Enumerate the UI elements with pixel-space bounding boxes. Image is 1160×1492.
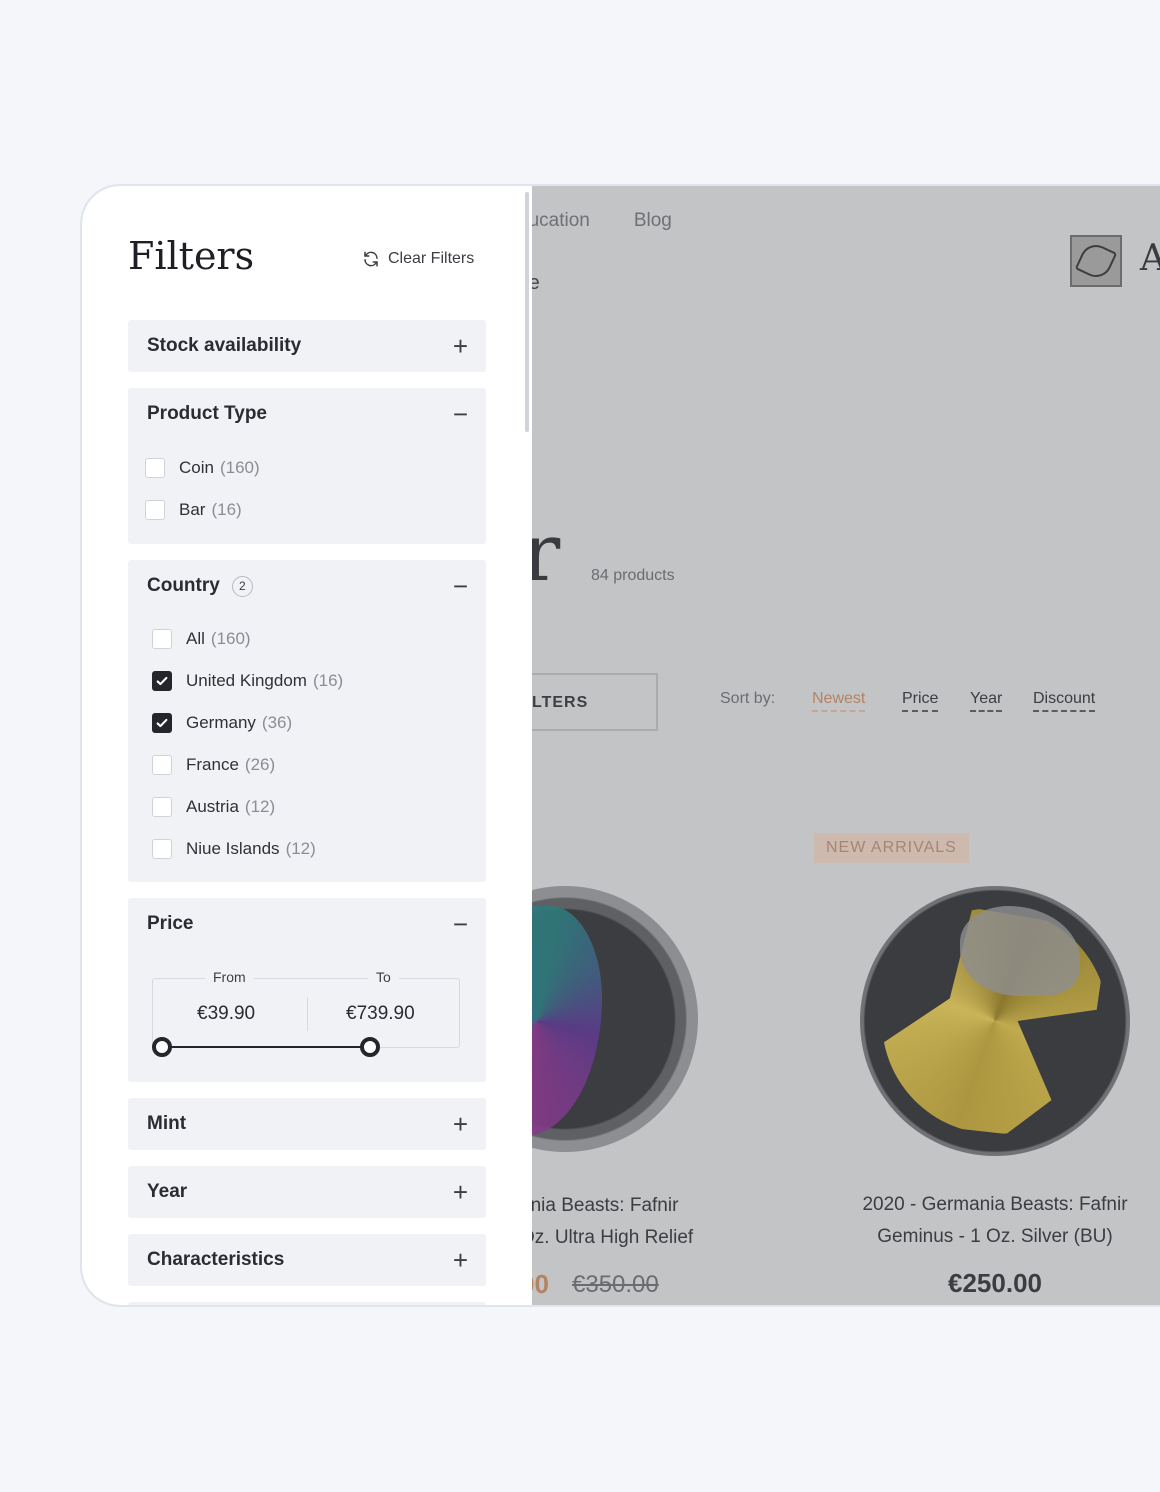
option-label: Niue Islands: [186, 839, 280, 858]
minus-icon: −: [452, 399, 468, 429]
section-country: Country 2 − All (160) United Kingdom (16…: [128, 560, 486, 882]
checkbox[interactable]: [145, 500, 165, 520]
new-arrivals-badge: NEW ARRIVALS: [814, 833, 969, 863]
check-icon: [156, 718, 168, 728]
section-mint: Mint +: [128, 1098, 486, 1150]
section-next-partial: [128, 1302, 486, 1305]
refresh-icon: [364, 251, 378, 267]
option-coin[interactable]: Coin (160): [145, 447, 486, 489]
option-count: (12): [244, 797, 276, 816]
option-austria[interactable]: Austria (12): [152, 786, 486, 828]
checkbox[interactable]: [152, 797, 172, 817]
sort-option-discount[interactable]: Discount: [1033, 690, 1096, 712]
checkbox[interactable]: [152, 839, 172, 859]
option-label: United Kingdom: [186, 671, 307, 690]
option-count: (16): [211, 500, 242, 519]
sort-label: Sort by:: [720, 690, 776, 707]
sort-option-newest[interactable]: Newest: [812, 690, 866, 712]
price-to-label: To: [368, 969, 399, 985]
clear-filters-button[interactable]: Clear Filters: [362, 250, 474, 268]
section-label: Product Type: [147, 403, 267, 424]
check-icon: [156, 676, 168, 686]
section-label: Stock availability: [147, 335, 302, 356]
plus-icon: +: [452, 331, 468, 361]
top-nav: ducation Blog: [518, 210, 672, 232]
product-2-title-line2[interactable]: Geminus - 1 Oz. Silver (BU): [855, 1226, 1135, 1248]
option-label: France: [186, 755, 239, 774]
panel-scrollbar[interactable]: [525, 192, 529, 432]
option-count: (26): [244, 755, 276, 774]
product-2-price: €250.00: [948, 1268, 1042, 1298]
product-1-title-line1[interactable]: ania Beasts: Fafnir: [520, 1195, 678, 1217]
product-count: 84 products: [591, 567, 675, 584]
option-niue-islands[interactable]: Niue Islands (12): [152, 828, 486, 870]
checkbox-checked[interactable]: [152, 713, 172, 733]
option-count: (160): [219, 458, 260, 477]
screen-frame: ducation Blog re AT r 84 products LTERS …: [80, 184, 1160, 1307]
section-header-year[interactable]: Year +: [128, 1166, 486, 1218]
price-range-box: From To €39.90 €739.90: [152, 969, 460, 1048]
section-label: Mint: [147, 1113, 187, 1134]
option-label: Coin: [179, 458, 214, 477]
minus-icon: −: [452, 909, 468, 939]
section-stock-availability: Stock availability +: [128, 320, 486, 372]
section-label: Country: [147, 575, 220, 596]
product-image-coin-2[interactable]: [860, 886, 1130, 1156]
section-header-country[interactable]: Country 2 −: [128, 560, 486, 612]
section-characteristics: Characteristics +: [128, 1234, 486, 1286]
section-label: Price: [147, 913, 194, 934]
section-label: Characteristics: [147, 1249, 285, 1270]
product-1-title-line2[interactable]: Oz. Ultra High Relief: [520, 1227, 693, 1249]
plus-icon: +: [452, 1177, 468, 1207]
section-product-type: Product Type − Coin (160) Bar (16): [128, 388, 486, 544]
checkbox[interactable]: [152, 755, 172, 775]
product-2-title-line1[interactable]: 2020 - Germania Beasts: Fafnir: [855, 1194, 1135, 1216]
section-header-mint[interactable]: Mint +: [128, 1098, 486, 1150]
checkbox[interactable]: [152, 629, 172, 649]
price-slider-max-handle[interactable]: [360, 1037, 380, 1057]
logo-image: [1070, 235, 1122, 287]
price-to-input[interactable]: €739.90: [346, 1003, 415, 1025]
logo-text: AT: [1140, 238, 1160, 279]
panel-title: Filters: [128, 234, 255, 278]
clear-filters-label: Clear Filters: [388, 250, 475, 267]
option-all[interactable]: All (160): [152, 618, 486, 660]
option-label: Bar: [179, 500, 206, 519]
selected-count-badge: 2: [231, 575, 253, 597]
filters-panel: Filters Clear Filters Stock availability…: [82, 186, 532, 1305]
checkbox-checked[interactable]: [152, 671, 172, 691]
option-label: Germany: [186, 713, 256, 732]
option-count: (12): [285, 839, 316, 858]
plus-icon: +: [452, 1109, 468, 1139]
price-slider-track[interactable]: [162, 1046, 370, 1048]
option-count: (160): [210, 629, 251, 648]
option-united-kingdom[interactable]: United Kingdom (16): [152, 660, 486, 702]
price-slider-min-handle[interactable]: [152, 1037, 172, 1057]
sort-option-price[interactable]: Price: [902, 690, 939, 712]
option-germany[interactable]: Germany (36): [152, 702, 486, 744]
option-label: Austria: [186, 797, 239, 816]
option-count: (16): [312, 671, 344, 690]
section-header-product-type[interactable]: Product Type −: [128, 388, 486, 440]
section-header-characteristics[interactable]: Characteristics +: [128, 1234, 486, 1286]
section-header-stock[interactable]: Stock availability +: [128, 320, 486, 372]
sort-option-year[interactable]: Year: [970, 690, 1003, 712]
price-from-input[interactable]: €39.90: [197, 1003, 255, 1025]
nav-item-blog[interactable]: Blog: [634, 210, 672, 232]
section-label: Year: [147, 1181, 188, 1202]
option-bar[interactable]: Bar (16): [145, 489, 486, 531]
section-price: Price − From To €39.90 €739.90: [128, 898, 486, 1082]
option-label: All: [186, 629, 205, 648]
option-france[interactable]: France (26): [152, 744, 486, 786]
plus-icon: +: [452, 1245, 468, 1275]
section-year: Year +: [128, 1166, 486, 1218]
checkbox[interactable]: [145, 458, 165, 478]
option-count: (36): [261, 713, 293, 732]
section-header-price[interactable]: Price −: [128, 898, 486, 950]
price-from-label: From: [205, 969, 254, 985]
minus-icon: −: [452, 571, 468, 601]
product-1-old-price: €350.00: [572, 1271, 659, 1298]
